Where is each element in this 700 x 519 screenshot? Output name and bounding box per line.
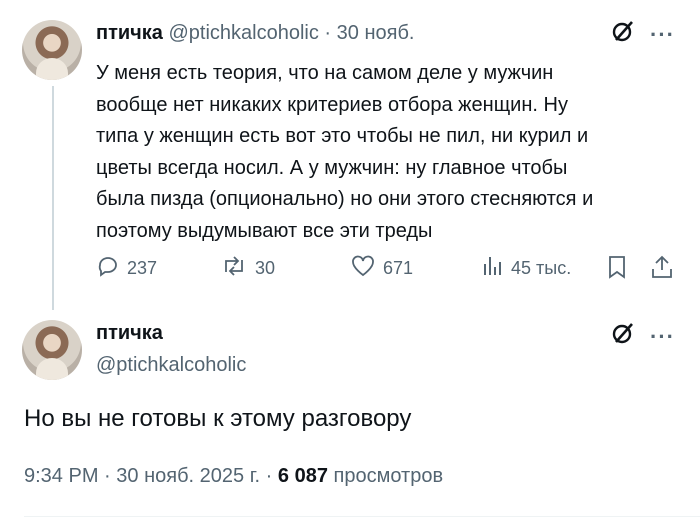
like-icon (350, 254, 376, 283)
reply-icon (96, 254, 120, 283)
tweet-time[interactable]: 9:34 PM (24, 465, 98, 487)
avatar[interactable] (22, 20, 82, 80)
views-button[interactable]: 45 тыс. (480, 254, 571, 283)
author-name[interactable]: птичка (96, 322, 163, 345)
bookmark-icon (606, 254, 628, 285)
share-icon (650, 254, 674, 285)
action-bar: 237 30 671 45 тыс. (96, 254, 686, 284)
author-name[interactable]: птичка (96, 22, 163, 44)
tweet-text: Но вы не готовы к этому разговору (24, 405, 412, 432)
repost-icon (220, 254, 248, 283)
views-icon (480, 254, 504, 283)
share-button[interactable] (650, 254, 674, 285)
like-count: 671 (383, 258, 414, 278)
views-count: 45 тыс. (511, 258, 572, 278)
bookmark-button[interactable] (606, 254, 628, 285)
separator: · (265, 465, 273, 487)
tweet-text: У меня есть теория, что на самом деле у … (96, 62, 594, 242)
more-icon[interactable]: ··· (650, 324, 675, 350)
author-handle[interactable]: @ptichkalcoholic (96, 354, 246, 377)
grok-icon[interactable] (610, 320, 636, 353)
avatar[interactable] (22, 320, 82, 380)
views-label: просмотров (333, 465, 444, 487)
grok-icon[interactable] (610, 18, 636, 51)
repost-button[interactable]: 30 (220, 254, 275, 283)
views-count: 6 087 (277, 465, 328, 487)
repost-count: 30 (255, 258, 276, 278)
author-handle[interactable]: @ptichkalcoholic (168, 22, 318, 44)
tweet-date[interactable]: 30 нояб. 2025 г. (116, 465, 260, 487)
separator: · (104, 465, 111, 487)
reply-button[interactable]: 237 (96, 254, 157, 283)
tweet-date[interactable]: 30 нояб. (337, 22, 415, 44)
more-icon[interactable]: ··· (650, 22, 675, 48)
reply-count: 237 (127, 258, 158, 278)
separator: · (324, 22, 332, 44)
tweet-meta: 9:34 PM · 30 нояб. 2025 г. · 6 087 просм… (24, 465, 443, 488)
thread-line (52, 86, 54, 310)
tweet-header: птичка @ptichkalcoholic · 30 нояб. (96, 22, 414, 45)
divider (24, 516, 700, 517)
like-button[interactable]: 671 (350, 254, 413, 283)
